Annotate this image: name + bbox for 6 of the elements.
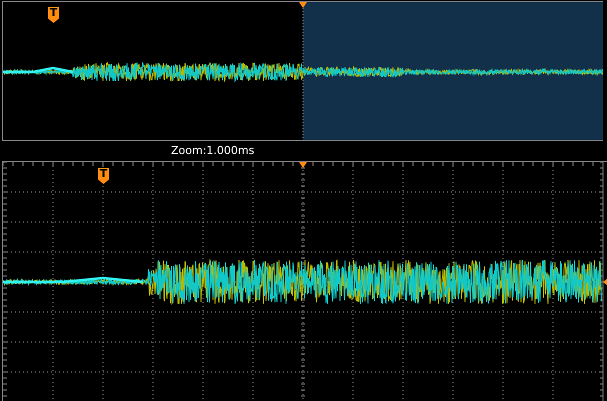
zoom-label: Zoom:1.000ms bbox=[171, 144, 254, 158]
trigger-marker: T bbox=[48, 7, 59, 23]
position-marker-icon bbox=[299, 162, 307, 168]
position-marker-icon bbox=[299, 2, 307, 8]
level-marker-icon bbox=[603, 278, 607, 286]
trigger-marker: T bbox=[98, 168, 109, 184]
